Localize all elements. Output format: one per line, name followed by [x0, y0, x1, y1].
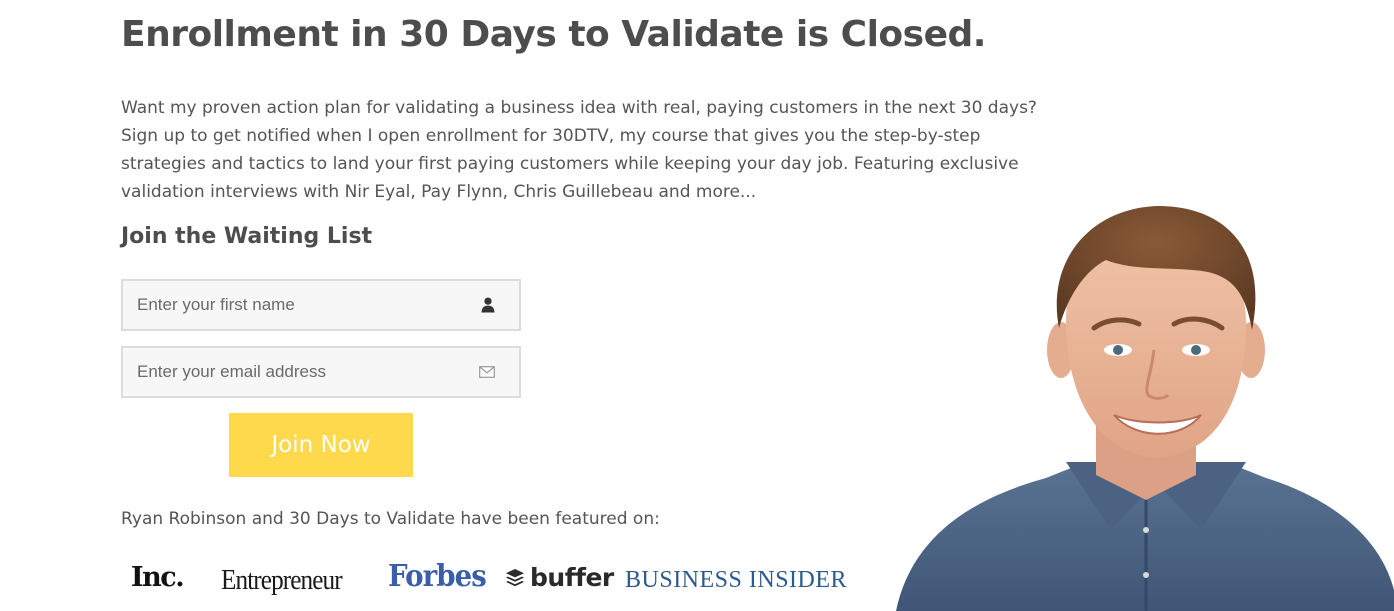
buffer-logo: buffer [505, 563, 614, 592]
business-insider-logo: Business Insider [625, 567, 848, 593]
entrepreneur-logo: Entrepreneur [221, 565, 343, 596]
waitlist-title: Join the Waiting List [121, 224, 373, 249]
buffer-stack-icon [506, 568, 524, 586]
portrait-photo [896, 206, 1394, 611]
buffer-wordmark: buffer [530, 563, 614, 592]
envelope-icon [479, 366, 495, 378]
inc-logo: Inc. [131, 562, 185, 593]
intro-paragraph: Want my proven action plan for validatin… [121, 98, 1037, 202]
first-name-input[interactable] [123, 281, 457, 329]
page-title: Enrollment in 30 Days to Validate is Clo… [121, 14, 986, 55]
forbes-logo: Forbes [388, 559, 487, 594]
featured-on-label: Ryan Robinson and 30 Days to Validate ha… [121, 509, 660, 529]
join-now-button[interactable]: Join Now [229, 413, 413, 477]
first-name-field[interactable] [121, 279, 521, 331]
email-input[interactable] [123, 348, 457, 396]
email-field[interactable] [121, 346, 521, 398]
person-icon [481, 297, 495, 313]
